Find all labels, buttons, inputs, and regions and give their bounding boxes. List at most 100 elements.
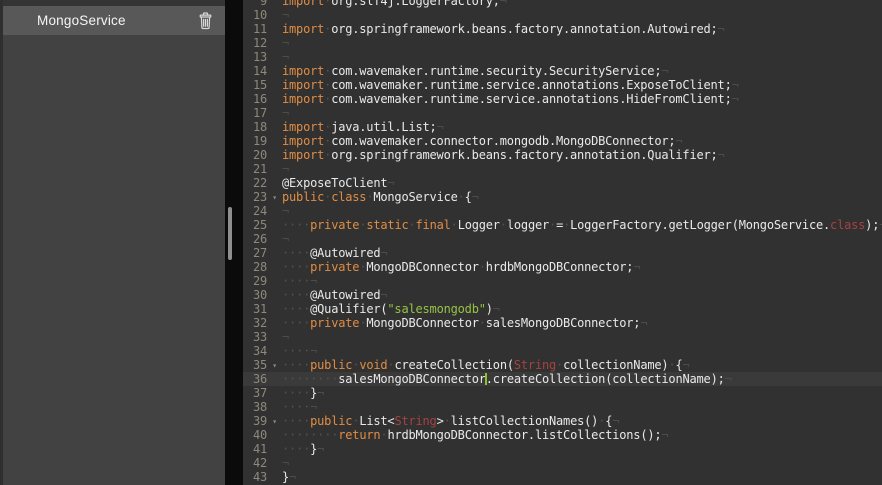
code-text: import·com.wavemaker.connector.mongodb.M… (282, 134, 682, 148)
fold-gutter (267, 78, 282, 92)
code-text: ········salesMongoDBConnector.createColl… (282, 372, 732, 386)
code-line[interactable]: 32 ····private·MongoDBConnector·salesMong… (243, 316, 882, 330)
code-line[interactable]: 11 import·org.springframework.beans.facto… (243, 22, 882, 36)
line-number: 36 (243, 372, 267, 386)
line-number: 43 (243, 470, 267, 484)
line-number: 37 (243, 386, 267, 400)
code-line[interactable]: 41····}¬ (243, 442, 882, 456)
code-line[interactable]: 17¬ (243, 106, 882, 120)
line-number: 34 (243, 344, 267, 358)
code-line[interactable]: 33¬ (243, 330, 882, 344)
line-number: 32 (243, 316, 267, 330)
code-text: ····private·static·final·Logger·logger·=… (282, 218, 882, 232)
line-number: 14 (243, 64, 267, 78)
fold-arrow-icon[interactable]: ▾ (267, 358, 282, 372)
code-line[interactable]: 30····@Autowired¬ (243, 288, 882, 302)
code-text: }¬ (282, 470, 296, 484)
code-line[interactable]: 15 import·com.wavemaker.runtime.service.a… (243, 78, 882, 92)
code-line[interactable]: 14 import·com.wavemaker.runtime.security.… (243, 64, 882, 78)
fold-gutter (267, 106, 282, 120)
line-number: 42 (243, 456, 267, 470)
line-number: 29 (243, 274, 267, 288)
code-line[interactable]: 16 import·com.wavemaker.runtime.service.a… (243, 92, 882, 106)
fold-gutter (267, 442, 282, 456)
code-line[interactable]: 42 ¬ (243, 456, 882, 470)
fold-gutter (267, 64, 282, 78)
code-text: ¬ (282, 162, 289, 176)
sidebar-item-label: MongoService (37, 13, 126, 28)
code-text: ····}¬ (282, 386, 324, 400)
fold-gutter (267, 386, 282, 400)
code-line[interactable]: 43 }¬ (243, 470, 882, 484)
line-number: 16 (243, 92, 267, 106)
code-text: import·org.springframework.beans.factory… (282, 22, 725, 36)
line-number: 11 (243, 22, 267, 36)
fold-arrow-icon[interactable]: ▾ (267, 414, 282, 428)
line-number: 25 (243, 218, 267, 232)
code-text: ¬ (282, 456, 289, 470)
code-line[interactable]: 27····@Autowired¬ (243, 246, 882, 260)
panel-divider (225, 0, 243, 485)
code-line[interactable]: 10 ¬ (243, 8, 882, 22)
code-line[interactable]: 26¬ (243, 232, 882, 246)
line-number: 22 (243, 176, 267, 190)
sidebar-scrollbar-thumb[interactable] (228, 207, 232, 260)
code-text: import·org.springframework.beans.factory… (282, 148, 725, 162)
code-line[interactable]: 31····@Qualifier("salesmongodb")¬ (243, 302, 882, 316)
code-line[interactable]: 23▾public·class·MongoService·{¬ (243, 190, 882, 204)
code-line[interactable]: 35▾····public·void·createCollection(Stri… (243, 358, 882, 372)
code-text: import·com.wavemaker.runtime.service.ann… (282, 92, 739, 106)
code-line[interactable]: 36 ········salesMongoDBConnector.createCo… (243, 372, 882, 386)
code-text: ····private·MongoDBConnector·salesMongoD… (282, 316, 647, 330)
code-line[interactable]: 39▾····public·List<String>·listCollectio… (243, 414, 882, 428)
fold-gutter (267, 428, 282, 442)
delete-service-button[interactable] (196, 10, 215, 32)
code-line[interactable]: 24¬ (243, 204, 882, 218)
code-text: ········return·hrdbMongoDBConnector.list… (282, 428, 668, 442)
fold-gutter (267, 260, 282, 274)
code-line[interactable]: 25 ····private·static·final·Logger·logger… (243, 218, 882, 232)
code-text: ····public·void·createCollection(String·… (282, 358, 690, 372)
code-text: ····¬ (282, 274, 317, 288)
fold-gutter (267, 50, 282, 64)
line-number: 27 (243, 246, 267, 260)
line-number: 10 (243, 8, 267, 22)
line-number: 28 (243, 260, 267, 274)
code-line[interactable]: 29 ····¬ (243, 274, 882, 288)
code-line[interactable]: 40········return·hrdbMongoDBConnector.li… (243, 428, 882, 442)
code-text: import·com.wavemaker.runtime.service.ann… (282, 78, 739, 92)
code-text: @ExposeToClient¬ (282, 176, 394, 190)
sidebar-item-mongoservice[interactable]: MongoService (3, 6, 225, 35)
code-text: ····¬ (282, 400, 317, 414)
line-number: 15 (243, 78, 267, 92)
code-line[interactable]: 34····¬ (243, 344, 882, 358)
code-text: ····@Qualifier("salesmongodb")¬ (282, 302, 500, 316)
code-line[interactable]: 9import·org.slf4j.LoggerFactory;¬ (243, 0, 882, 8)
line-number: 35 (243, 358, 267, 372)
code-line[interactable]: 38····¬ (243, 400, 882, 414)
code-line[interactable]: 18import·java.util.List;¬ (243, 120, 882, 134)
fold-gutter (267, 372, 282, 386)
fold-gutter (267, 0, 282, 8)
code-text: ····public·List<String>·listCollectionNa… (282, 414, 619, 428)
fold-arrow-icon[interactable]: ▾ (267, 190, 282, 204)
fold-gutter (267, 274, 282, 288)
fold-gutter (267, 344, 282, 358)
code-line[interactable]: 37 ····}¬ (243, 386, 882, 400)
fold-gutter (267, 232, 282, 246)
fold-gutter (267, 120, 282, 134)
code-line[interactable]: 20import·org.springframework.beans.facto… (243, 148, 882, 162)
code-editor[interactable]: 9import·org.slf4j.LoggerFactory;¬10 ¬ 11 im… (243, 0, 882, 485)
fold-gutter (267, 302, 282, 316)
code-line[interactable]: 12¬ (243, 36, 882, 50)
code-line[interactable]: 21¬ (243, 162, 882, 176)
line-number: 18 (243, 120, 267, 134)
code-line[interactable]: 19import·com.wavemaker.connector.mongodb… (243, 134, 882, 148)
code-line[interactable]: 22 @ExposeToClient¬ (243, 176, 882, 190)
code-text: import·com.wavemaker.runtime.security.Se… (282, 64, 668, 78)
code-line[interactable]: 28····private·MongoDBConnector·hrdbMongo… (243, 260, 882, 274)
code-text: ····@Autowired¬ (282, 288, 387, 302)
code-text: ¬ (282, 8, 289, 22)
code-line[interactable]: 13¬ (243, 50, 882, 64)
fold-gutter (267, 148, 282, 162)
